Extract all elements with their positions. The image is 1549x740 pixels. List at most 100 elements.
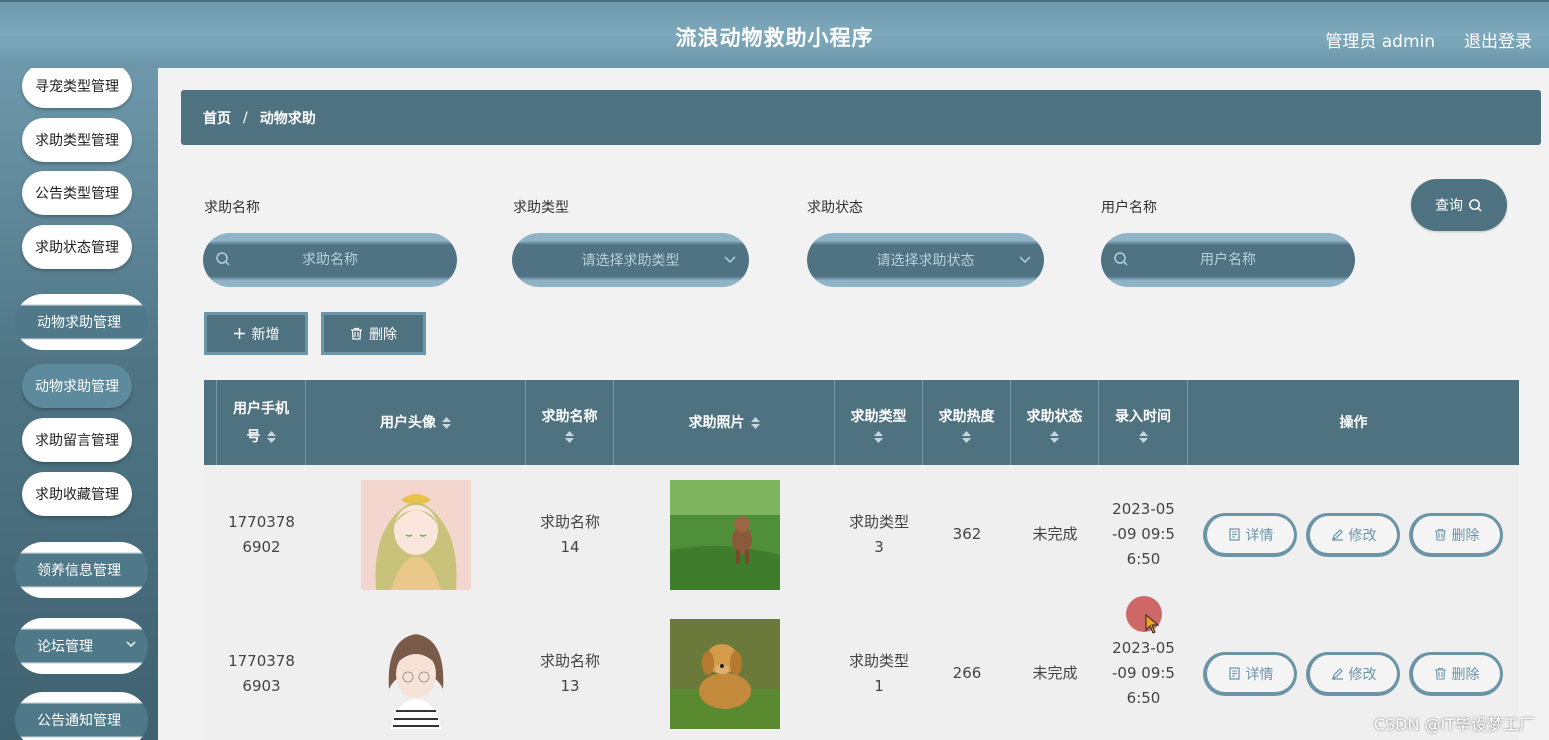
add-button[interactable]: 新增 — [204, 312, 308, 355]
cartoon-girl-avatar-image[interactable] — [361, 618, 471, 729]
watermark: CSDN @IT毕设梦工厂 — [1373, 715, 1535, 734]
column-header-name[interactable]: 求助名称 — [526, 380, 614, 465]
query-button[interactable]: 查询 — [1411, 179, 1507, 231]
sidebar-group-adoption[interactable]: 领养信息管理 — [15, 542, 148, 598]
logout-link[interactable]: 退出登录 — [1464, 27, 1532, 52]
sort-icon — [874, 430, 883, 443]
select-all-column[interactable] — [204, 380, 217, 465]
detail-button[interactable]: 详情 — [1203, 652, 1297, 696]
delete-button[interactable]: 删除 — [1409, 652, 1503, 696]
column-header-heat-text: 求助热度 — [938, 408, 995, 425]
sort-icon — [1138, 430, 1148, 443]
data-table: 用户手机 号 用户头像 求助名称 求助照片 求助类型 求助热度 求助状态 录入时… — [204, 380, 1519, 740]
golden-retriever-photo[interactable] — [669, 618, 780, 729]
sidebar-item-notice-type[interactable]: 公告类型管理 — [22, 171, 132, 215]
column-header-phone-text: 用户手机 — [233, 400, 289, 417]
sidebar-item-help-message[interactable]: 求助留言管理 — [22, 418, 132, 462]
cell-name-text: 求助名称 — [539, 512, 600, 531]
sidebar: 寻宠类型管理 求助类型管理 公告类型管理 求助状态管理 动物求助管理 动物求助管… — [0, 68, 158, 740]
detail-button[interactable]: 详情 — [1203, 513, 1297, 557]
sort-icon — [1050, 430, 1059, 443]
app-title: 流浪动物救助小程序 — [675, 26, 874, 50]
column-header-phone-text-2: 号 — [246, 428, 261, 445]
cell-name: 求助名称 14 — [526, 465, 614, 604]
batch-delete-label: 删除 — [369, 326, 397, 343]
filter-type-label: 求助类型 — [513, 200, 569, 216]
cell-type: 求助类型 3 — [835, 465, 923, 604]
sidebar-group-forum[interactable]: 论坛管理 — [15, 618, 148, 674]
sidebar-item-help-status[interactable]: 求助状态管理 — [22, 225, 132, 269]
edit-icon — [1331, 668, 1343, 680]
edit-button-label: 修改 — [1348, 666, 1377, 683]
column-header-heat[interactable]: 求助热度 — [923, 380, 1011, 465]
edit-button[interactable]: 修改 — [1306, 652, 1400, 696]
search-icon — [216, 252, 230, 266]
cell-type: 求助类型 1 — [835, 604, 923, 740]
help-status-select[interactable]: 请选择求助状态 — [807, 233, 1044, 287]
cell-name-text-2: 14 — [560, 537, 580, 556]
help-name-search[interactable] — [203, 233, 457, 287]
cell-phone-text: 1770378 — [228, 512, 295, 531]
cell-phone-text-2: 6903 — [242, 676, 281, 695]
add-button-label: 新增 — [251, 326, 280, 343]
cell-name-text-2: 13 — [560, 676, 580, 695]
user-name-search[interactable] — [1101, 233, 1355, 287]
cell-time: 2023-05 -09 09:5 6:50 — [1099, 465, 1188, 604]
cell-phone: 1770378 6903 — [217, 604, 306, 740]
column-header-type[interactable]: 求助类型 — [835, 380, 923, 465]
cell-avatar — [306, 465, 526, 604]
delete-button-label: 删除 — [1451, 666, 1480, 683]
column-header-photo-text: 求助照片 — [688, 414, 745, 431]
sort-icon — [565, 430, 574, 443]
anime-girl-avatar-image[interactable] — [361, 479, 471, 590]
cell-time-text: 2023-05 — [1112, 500, 1175, 518]
column-header-ops: 操作 — [1188, 380, 1519, 465]
help-name-input[interactable] — [253, 252, 407, 268]
cell-time-text-2: -09 09:5 — [1112, 664, 1175, 682]
sidebar-group-notice[interactable]: 公告通知管理 — [15, 692, 148, 740]
column-header-time[interactable]: 录入时间 — [1099, 380, 1188, 465]
breadcrumb-home[interactable]: 首页 — [203, 108, 231, 128]
user-name-input[interactable] — [1151, 252, 1305, 268]
mouse-cursor-icon — [1145, 614, 1159, 634]
filter-name-label: 求助名称 — [204, 200, 260, 216]
document-icon — [1228, 667, 1240, 680]
batch-delete-button[interactable]: 删除 — [321, 312, 426, 355]
edit-button[interactable]: 修改 — [1306, 513, 1400, 557]
breadcrumb-current: 动物求助 — [259, 110, 316, 127]
query-button-label: 查询 — [1435, 198, 1463, 214]
sidebar-item-animal-help[interactable]: 动物求助管理 — [22, 364, 132, 408]
cell-photo — [614, 604, 835, 740]
column-header-photo[interactable]: 求助照片 — [614, 380, 835, 465]
sort-icon — [750, 416, 760, 429]
cell-phone: 1770378 6902 — [217, 465, 306, 604]
document-icon — [1228, 528, 1240, 541]
cell-phone-text: 1770378 — [228, 651, 295, 670]
detail-button-label: 详情 — [1245, 666, 1274, 683]
sidebar-group-label: 公告通知管理 — [37, 713, 121, 729]
sidebar-group-label: 领养信息管理 — [37, 563, 121, 579]
delete-button[interactable]: 删除 — [1409, 513, 1503, 557]
cell-name: 求助名称 13 — [526, 604, 614, 740]
cell-status: 未完成 — [1032, 525, 1078, 543]
sidebar-group-label: 论坛管理 — [37, 639, 93, 655]
sidebar-item-lost-pet-type[interactable]: 寻宠类型管理 — [22, 68, 132, 108]
column-header-phone[interactable]: 用户手机 号 — [217, 380, 306, 465]
sidebar-group-label: 动物求助管理 — [37, 315, 121, 331]
column-header-avatar[interactable]: 用户头像 — [306, 380, 526, 465]
breadcrumb: 首页 / 动物求助 — [181, 90, 1541, 145]
help-type-select[interactable]: 请选择求助类型 — [512, 233, 749, 287]
cell-name-text: 求助名称 — [539, 651, 600, 670]
cell-heat: 362 — [952, 525, 982, 543]
cell-time-text-3: 6:50 — [1126, 550, 1161, 568]
cell-status: 未完成 — [1032, 664, 1078, 682]
trash-icon — [1434, 667, 1446, 680]
sidebar-item-help-favorite[interactable]: 求助收藏管理 — [22, 472, 132, 516]
sort-icon — [266, 430, 276, 443]
column-header-type-text: 求助类型 — [850, 408, 907, 425]
sidebar-group-animal-help[interactable]: 动物求助管理 — [15, 294, 148, 350]
sidebar-item-help-type[interactable]: 求助类型管理 — [22, 118, 132, 162]
poodle-on-grass-photo[interactable] — [669, 479, 780, 590]
chevron-down-icon — [724, 256, 736, 264]
column-header-status[interactable]: 求助状态 — [1011, 380, 1099, 465]
